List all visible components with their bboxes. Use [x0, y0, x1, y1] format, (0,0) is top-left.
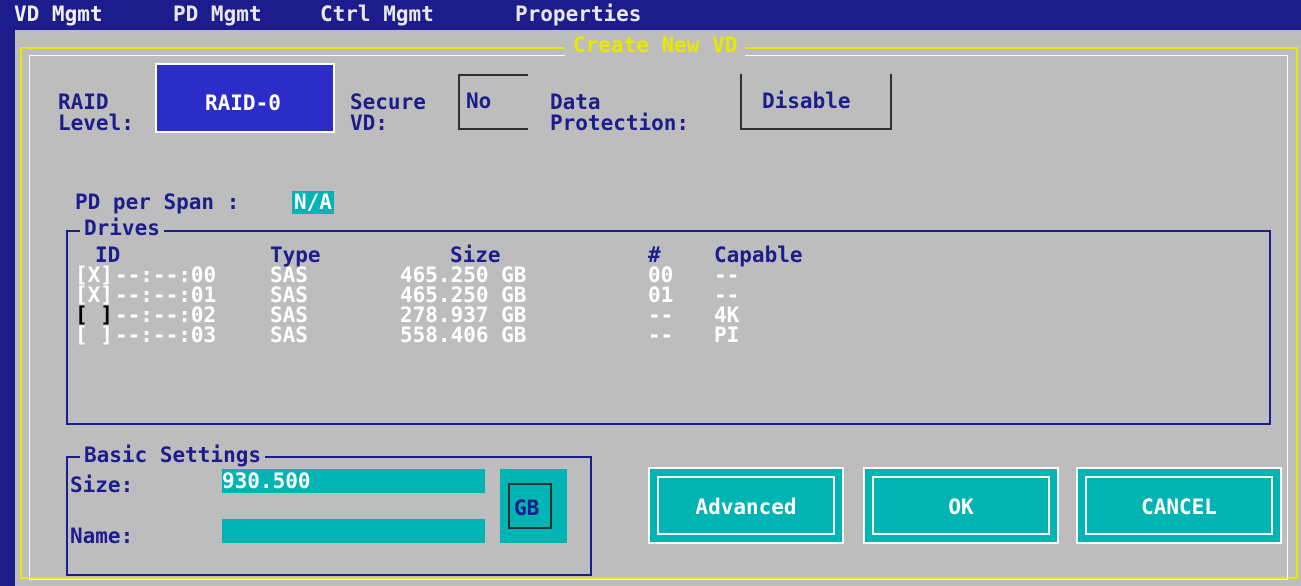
menu-properties[interactable]: Properties: [515, 4, 641, 25]
name-field[interactable]: [222, 519, 485, 543]
data-protection-select[interactable]: Disable: [740, 74, 892, 130]
menu-ctrl-mgmt[interactable]: Ctrl Mgmt: [320, 4, 434, 25]
pd-per-span-label: PD per Span :: [75, 190, 240, 214]
size-field[interactable]: 930.500: [222, 469, 485, 493]
drive-num: --: [648, 323, 674, 347]
menu-vd-mgmt[interactable]: VD Mgmt: [14, 4, 103, 25]
unit-select[interactable]: GB: [500, 469, 567, 543]
secure-vd-label-1: Secure: [350, 90, 426, 114]
raid-level-label-1: RAID: [58, 90, 109, 114]
raid-level-label-2: Level:: [58, 111, 134, 135]
menu-bar: VD Mgmt PD Mgmt Ctrl Mgmt Properties: [0, 0, 1301, 30]
data-protection-label-1: Data: [550, 90, 601, 114]
drive-capable: PI: [714, 323, 740, 347]
drive-type: SAS: [270, 323, 308, 347]
drives-title: Drives: [80, 218, 164, 239]
advanced-button[interactable]: Advanced: [648, 467, 844, 544]
unit-value: GB: [514, 496, 540, 520]
size-label: Size:: [70, 473, 134, 497]
secure-vd-value: No: [466, 89, 492, 113]
cancel-button-label: CANCEL: [1141, 495, 1217, 519]
ok-button-label: OK: [948, 495, 974, 519]
basic-settings-title: Basic Settings: [80, 445, 266, 466]
drive-id: --:--:03: [115, 323, 217, 347]
drive-checkbox[interactable]: [ ]: [75, 325, 113, 346]
data-protection-value: Disable: [762, 89, 851, 113]
advanced-button-label: Advanced: [695, 495, 797, 519]
secure-vd-select[interactable]: No: [458, 74, 528, 130]
left-border-bar: [0, 30, 15, 586]
raid-level-value: RAID-0: [205, 91, 281, 115]
cancel-button[interactable]: CANCEL: [1076, 467, 1282, 544]
dialog-title: Create New VD: [565, 35, 746, 56]
ok-button[interactable]: OK: [863, 467, 1059, 544]
name-label: Name:: [70, 524, 134, 548]
menu-pd-mgmt[interactable]: PD Mgmt: [173, 4, 262, 25]
data-protection-label-2: Protection:: [550, 111, 690, 135]
drive-size: 558.406 GB: [400, 323, 527, 347]
size-value: 930.500: [222, 469, 311, 493]
secure-vd-label-2: VD:: [350, 111, 388, 135]
pd-per-span-value: N/A: [292, 190, 334, 214]
raid-level-select[interactable]: RAID-0: [155, 63, 335, 133]
